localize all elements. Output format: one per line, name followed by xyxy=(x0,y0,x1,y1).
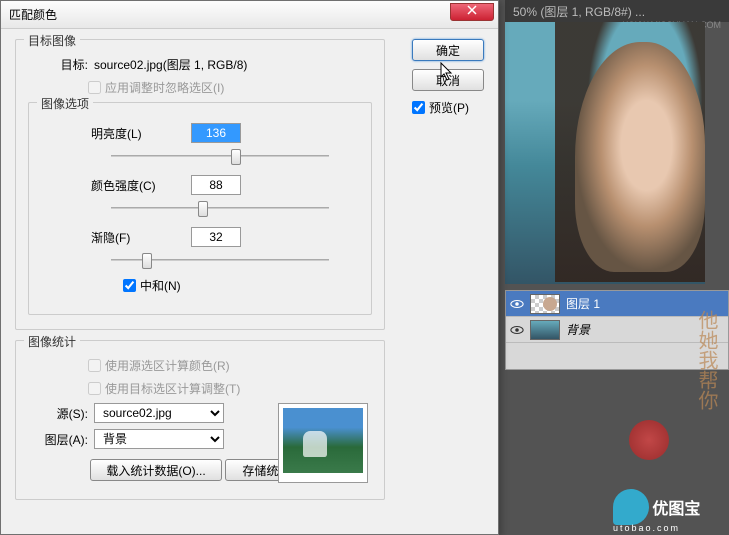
fade-label: 渐隐(F) xyxy=(41,229,191,246)
layer-thumbnail xyxy=(530,294,560,314)
slider-track-line xyxy=(111,155,329,157)
source-select[interactable]: source02.jpg xyxy=(94,403,224,423)
layer-select[interactable]: 背景 xyxy=(94,429,224,449)
fade-thumb[interactable] xyxy=(142,253,152,269)
visibility-icon[interactable] xyxy=(510,323,524,337)
titlebar[interactable]: 匹配颜色 xyxy=(1,1,498,29)
fade-slider[interactable] xyxy=(111,251,329,269)
ignore-selection-checkbox xyxy=(88,81,101,94)
neutralize-checkbox[interactable] xyxy=(123,279,136,292)
logo-text: 优图宝 xyxy=(652,495,700,519)
document-tab[interactable]: 50% (图层 1, RGB/8#) ... WWW.MISSYUAN.COM xyxy=(505,0,729,22)
dialog-title: 匹配颜色 xyxy=(9,6,57,23)
target-value: source02.jpg(图层 1, RGB/8) xyxy=(94,56,247,73)
logo: 优图宝 utobao.com xyxy=(613,489,723,529)
source-thumbnail xyxy=(278,403,368,483)
image-options-group: 图像选项 明亮度(L) 颜色强度(C) xyxy=(28,102,372,315)
luminance-label: 明亮度(L) xyxy=(41,125,191,142)
document-title: 50% (图层 1, RGB/8#) ... xyxy=(513,5,645,19)
intensity-thumb[interactable] xyxy=(198,201,208,217)
close-button[interactable] xyxy=(450,3,494,21)
stats-legend: 图像统计 xyxy=(24,333,80,350)
neutralize-label: 中和(N) xyxy=(140,277,181,294)
use-target-selection-checkbox xyxy=(88,382,101,395)
preview-checkbox-label[interactable]: 预览(P) xyxy=(412,99,484,116)
image-statistics-group: 图像统计 使用源选区计算颜色(R) 使用目标选区计算调整(T) 源(S): so… xyxy=(15,340,385,500)
watermark-calligraphy: 他她我帮你 xyxy=(641,310,721,410)
layer-label: 图层(A): xyxy=(28,431,88,448)
document-canvas[interactable] xyxy=(505,22,705,284)
ok-button[interactable]: 确定 xyxy=(412,39,484,61)
intensity-slider[interactable] xyxy=(111,199,329,217)
source-label: 源(S): xyxy=(28,405,88,422)
luminance-thumb[interactable] xyxy=(231,149,241,165)
preview-label: 预览(P) xyxy=(429,99,469,116)
slider-track-line xyxy=(111,207,329,209)
load-stats-button[interactable]: 载入统计数据(O)... xyxy=(90,459,222,481)
canvas-image-face xyxy=(575,42,705,272)
logo-bird-icon xyxy=(613,489,649,525)
layer-name: 背景 xyxy=(566,321,590,338)
layer-name: 图层 1 xyxy=(566,295,600,312)
luminance-input[interactable] xyxy=(191,123,241,143)
target-image-group: 目标图像 目标: source02.jpg(图层 1, RGB/8) 应用调整时… xyxy=(15,39,385,330)
watermark-seal xyxy=(629,420,669,460)
luminance-slider[interactable] xyxy=(111,147,329,165)
layer-thumbnail xyxy=(530,320,560,340)
visibility-icon[interactable] xyxy=(510,297,524,311)
fade-input[interactable] xyxy=(191,227,241,247)
thumbnail-image xyxy=(283,408,363,473)
logo-url: utobao.com xyxy=(613,523,723,533)
use-source-selection-label: 使用源选区计算颜色(R) xyxy=(105,357,230,374)
intensity-input[interactable] xyxy=(191,175,241,195)
cancel-button[interactable]: 取消 xyxy=(412,69,484,91)
use-target-selection-label: 使用目标选区计算调整(T) xyxy=(105,380,240,397)
close-icon xyxy=(467,5,477,15)
use-source-selection-checkbox xyxy=(88,359,101,372)
target-legend: 目标图像 xyxy=(24,32,80,49)
options-legend: 图像选项 xyxy=(37,95,93,112)
preview-checkbox[interactable] xyxy=(412,101,425,114)
intensity-label: 颜色强度(C) xyxy=(41,177,191,194)
ignore-selection-label: 应用调整时忽略选区(I) xyxy=(105,79,224,96)
match-color-dialog: 匹配颜色 确定 取消 预览(P) 目标图像 目标: source02.jpg(图… xyxy=(0,0,499,535)
target-label: 目标: xyxy=(28,56,88,73)
